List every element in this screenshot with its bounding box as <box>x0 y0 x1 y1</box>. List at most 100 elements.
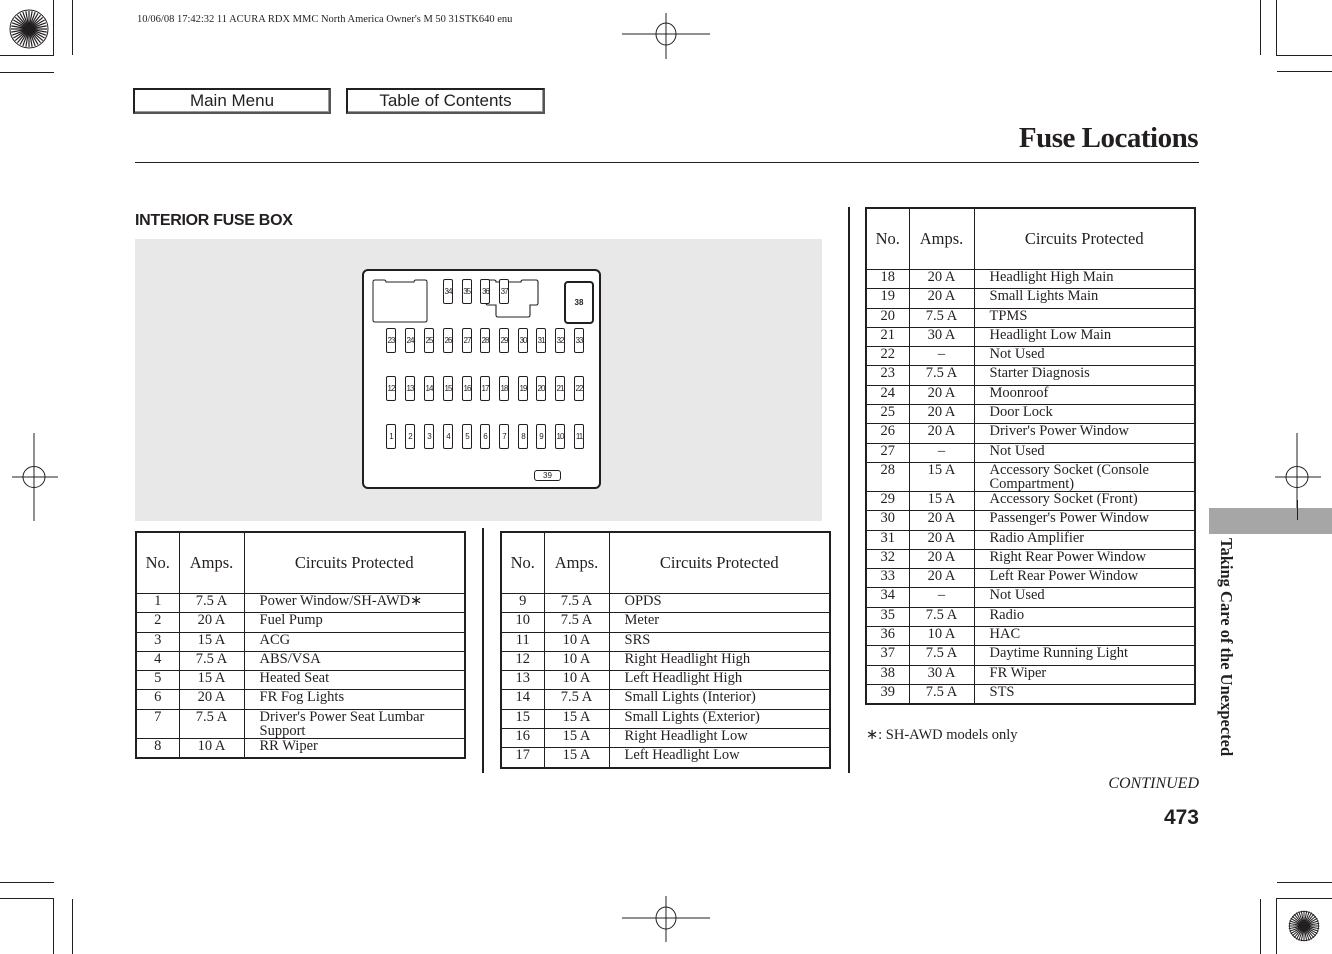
table-row: 24 20 A Moonroof <box>865 385 1196 406</box>
fuse-slot: 15 <box>443 376 453 401</box>
fuse-amperage: 7.5 A <box>908 308 975 328</box>
page-title: Fuse Locations <box>1018 122 1199 154</box>
column-header-circuits: Circuits Protected <box>243 531 466 594</box>
table-row: 26 20 A Driver's Power Window <box>865 423 1196 444</box>
table-row: 16 15 A Right Headlight Low <box>500 728 831 749</box>
fuse-number: 32 <box>865 549 910 570</box>
table-row: 5 15 A Heated Seat <box>135 670 466 691</box>
main-menu-button[interactable]: Main Menu <box>133 88 331 114</box>
column-header-circuits: Circuits Protected <box>608 531 831 594</box>
fuse-amperage: 15 A <box>908 491 975 512</box>
fuse-amperage: 20 A <box>908 404 975 425</box>
fuse-39: 39 <box>534 470 561 481</box>
circuit-protected: Radio Amplifier <box>973 530 1196 550</box>
fuse-number: 30 <box>865 510 910 531</box>
crosshair-mark-icon <box>12 433 58 521</box>
crop-mark <box>72 899 73 954</box>
table-row: 13 10 A Left Headlight High <box>500 670 831 691</box>
fuse-number: 27 <box>865 443 910 463</box>
fuse-number: 26 <box>865 423 910 444</box>
fuse-slot: 21 <box>555 376 565 401</box>
fuse-number: 23 <box>865 365 910 386</box>
fuse-amperage: 7.5 A <box>908 607 975 628</box>
table-row: 22– Not Used <box>865 346 1196 367</box>
circuit-protected: Heated Seat <box>243 670 466 691</box>
fuse-number: 37 <box>865 645 910 666</box>
circuit-protected: Headlight Low Main <box>973 327 1196 348</box>
section-heading: INTERIOR FUSE BOX <box>135 212 293 229</box>
fuse-number: 18 <box>865 269 910 290</box>
fuse-slot: 10 <box>555 424 565 449</box>
circuit-protected: ABS/VSA <box>243 651 466 672</box>
fuse-number: 12 <box>500 651 545 672</box>
fuse-slot: 19 <box>518 376 528 401</box>
crop-mark <box>1276 55 1332 56</box>
column-rule <box>482 528 484 773</box>
fuse-amperage: 10 A <box>543 670 610 691</box>
fuse-slot: 31 <box>536 328 546 353</box>
fuse-amperage: – <box>908 346 975 367</box>
section-tab <box>1209 508 1332 534</box>
circuit-protected: HAC <box>973 626 1196 647</box>
fuse-amperage: 20 A <box>908 269 975 290</box>
fuse-slot: 24 <box>405 328 415 353</box>
table-row: 18 20 A Headlight High Main <box>865 269 1196 290</box>
table-row: 2 20 A Fuel Pump <box>135 612 466 633</box>
fuse-slot: 8 <box>518 424 528 449</box>
circuit-protected: SRS <box>608 632 831 652</box>
circuit-protected: Small Lights (Interior) <box>608 689 831 710</box>
fuse-number: 14 <box>500 689 545 710</box>
interior-fuse-box-diagram: 38 34 35 36 37 23 24 25 26 27 28 29 30 31 32 33 12 13 14 1… <box>362 269 601 489</box>
fuse-amperage: 15 A <box>543 747 610 769</box>
continued-label: CONTINUED <box>1108 775 1199 792</box>
table-row: 28 15 A Accessory Socket (Console Compartm… <box>865 462 1196 492</box>
table-row: 7 7.5 A Driver's Power Seat Lumbar Support <box>135 709 466 739</box>
crop-mark <box>1276 898 1332 899</box>
fuse-amperage: 20 A <box>908 530 975 550</box>
fuse-number: 22 <box>865 346 910 367</box>
fuse-number: 21 <box>865 327 910 348</box>
fuse-number: 33 <box>865 568 910 589</box>
column-header-no: No. <box>135 531 180 594</box>
fuse-table-2: No. Amps. Circuits Protected 9 7.5 A OPDS 1… <box>500 531 831 769</box>
circuit-protected: Accessory Socket (Front) <box>973 491 1196 512</box>
circuit-protected: FR Wiper <box>973 665 1196 685</box>
fuse-slot: 27 <box>462 328 472 353</box>
table-row: 29 15 A Accessory Socket (Front) <box>865 491 1196 512</box>
fuse-slot: 9 <box>536 424 546 449</box>
registration-target-icon <box>9 9 49 49</box>
circuit-protected: Meter <box>608 612 831 633</box>
circuit-protected: Accessory Socket (Console Compartment) <box>973 462 1196 492</box>
table-row: 20 7.5 A TPMS <box>865 308 1196 328</box>
fuse-slot: 25 <box>424 328 434 353</box>
fuse-slot: 18 <box>499 376 509 401</box>
fuse-amperage: 7.5 A <box>178 651 245 672</box>
circuit-protected: Left Headlight High <box>608 670 831 691</box>
table-row: 23 7.5 A Starter Diagnosis <box>865 365 1196 386</box>
fuse-amperage: 7.5 A <box>908 365 975 386</box>
table-row: 21 30 A Headlight Low Main <box>865 327 1196 348</box>
fuse-number: 39 <box>865 684 910 705</box>
column-header-amps: Amps. <box>178 531 245 594</box>
fuse-slot: 16 <box>462 376 472 401</box>
table-row: 10 7.5 A Meter <box>500 612 831 633</box>
fuse-amperage: 10 A <box>908 626 975 647</box>
fuse-slot: 3 <box>424 424 434 449</box>
table-row: 6 20 A FR Fog Lights <box>135 689 466 710</box>
table-row: 14 7.5 A Small Lights (Interior) <box>500 689 831 710</box>
table-of-contents-button[interactable]: Table of Contents <box>346 88 545 114</box>
fuse-number: 8 <box>135 738 180 759</box>
crop-mark <box>1276 0 1277 55</box>
fuse-38: 38 <box>564 281 594 324</box>
fuse-slot: 36 <box>480 279 491 304</box>
circuit-protected: Left Headlight Low <box>608 747 831 769</box>
circuit-protected: Small Lights Main <box>973 288 1196 309</box>
column-header-amps: Amps. <box>543 531 610 594</box>
fuse-slot: 11 <box>574 424 584 449</box>
fuse-slot: 1 <box>386 424 396 449</box>
table-row: 1 7.5 A Power Window/SH-AWD∗ <box>135 593 466 614</box>
table-row: 36 10 A HAC <box>865 626 1196 647</box>
circuit-protected: Right Rear Power Window <box>973 549 1196 570</box>
fuse-number: 31 <box>865 530 910 550</box>
fuse-slot: 2 <box>405 424 415 449</box>
